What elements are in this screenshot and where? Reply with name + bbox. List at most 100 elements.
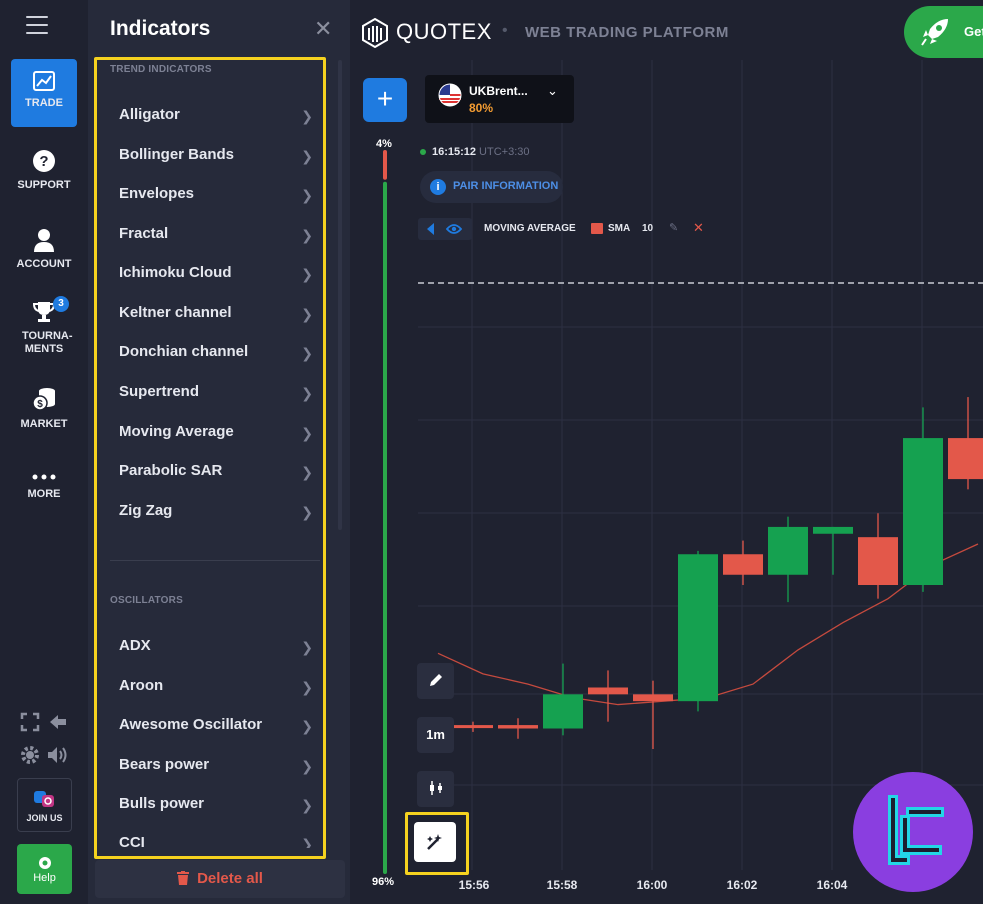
- nav-more-label: MORE: [27, 488, 61, 500]
- brand-separator: •: [502, 22, 508, 39]
- x-tick-label: 16:04: [817, 878, 848, 892]
- indicators-tool-button[interactable]: [414, 822, 456, 862]
- join-us-button[interactable]: JOIN US: [17, 778, 72, 832]
- help-button[interactable]: Help: [17, 844, 72, 894]
- sentiment-up: 4%: [376, 138, 392, 150]
- add-chart-button[interactable]: +: [363, 78, 407, 122]
- nav-support-label: SUPPORT: [17, 179, 71, 191]
- candle-body: [588, 687, 628, 695]
- candle-body: [498, 725, 538, 729]
- tc-logo-icon: [888, 795, 944, 865]
- timeframe-label: 1m: [426, 727, 445, 742]
- indicator-legend-controls: [418, 218, 472, 240]
- panel-title: Indicators: [110, 17, 211, 40]
- social-icons: [34, 791, 54, 807]
- indicator-period: 10: [642, 223, 654, 234]
- price-chart[interactable]: 15:56 15:58 16:00 16:02 16:04: [350, 0, 983, 904]
- chart-area[interactable]: 15:56 15:58 16:00 16:02 16:04 QUOTEX • WEB T…: [350, 0, 983, 904]
- fullscreen-icon[interactable]: [20, 712, 40, 732]
- indicators-panel: Indicators ✕ TREND INDICATORS Alligator ❯…: [88, 0, 350, 904]
- candle-body: [633, 694, 673, 702]
- join-us-label: JOIN US: [26, 813, 63, 823]
- sentiment-down: 96%: [372, 876, 395, 888]
- nav-account-label: ACCOUNT: [16, 258, 72, 270]
- indicator-type: SMA: [608, 223, 631, 234]
- delete-all-label: Delete all: [197, 870, 263, 887]
- draw-tool-button[interactable]: [417, 663, 454, 699]
- time-value: 16:15:12: [432, 146, 477, 158]
- candle-body: [813, 526, 853, 534]
- nav-account[interactable]: ACCOUNT: [11, 228, 77, 271]
- nav-more[interactable]: MORE: [11, 472, 77, 501]
- panel-scrollbar[interactable]: [338, 60, 342, 530]
- coins-icon: $: [32, 388, 55, 411]
- x-tick-label: 16:00: [637, 878, 668, 892]
- get-label: Get: [964, 24, 983, 39]
- eye-icon[interactable]: [446, 223, 462, 235]
- brand-name: QUOTEX: [396, 18, 492, 44]
- svg-text:?: ?: [39, 153, 48, 170]
- candle-body: [543, 694, 583, 729]
- rocket-icon: [921, 19, 948, 46]
- candle-body: [858, 537, 898, 585]
- pencil-icon: [429, 674, 442, 686]
- remove-indicator-icon[interactable]: ✕: [693, 220, 704, 236]
- nav-market[interactable]: $ MARKET: [11, 386, 77, 431]
- pair-information-label: PAIR INFORMATION: [453, 180, 559, 192]
- x-tick-label: 15:56: [459, 878, 490, 892]
- candle-body: [768, 526, 808, 575]
- server-time: 16:15:12 UTC+3:30: [420, 146, 530, 158]
- watermark-logo: [853, 772, 973, 892]
- quotex-logo-icon: [362, 18, 388, 48]
- nav-trade-label: TRADE: [25, 97, 63, 109]
- x-tick-label: 16:02: [727, 878, 758, 892]
- question-icon: ?: [33, 150, 55, 172]
- candle-body: [678, 554, 718, 702]
- collapse-arrow-icon[interactable]: [426, 223, 436, 235]
- timeframe-button[interactable]: 1m: [417, 717, 454, 753]
- brand: QUOTEX: [362, 18, 492, 48]
- live-dot: [420, 149, 426, 156]
- candle-body: [948, 438, 983, 480]
- candlestick-icon: [429, 781, 442, 795]
- candle-body: [723, 554, 763, 575]
- candle-body: [903, 438, 943, 585]
- help-label: Help: [33, 872, 56, 884]
- get-bonus-button[interactable]: Get: [904, 6, 983, 58]
- indicators-wand-icon: [427, 834, 442, 850]
- indicator-name: MOVING AVERAGE: [484, 223, 576, 234]
- nav-trade[interactable]: TRADE: [11, 59, 77, 127]
- timezone: UTC+3:30: [479, 146, 530, 158]
- settings-gear-icon[interactable]: [20, 745, 40, 765]
- highlight-frame: [94, 57, 326, 859]
- left-nav: TRADE ? SUPPORT ACCOUNT 3 TOURNA-MENTS $…: [0, 0, 88, 904]
- svg-text:$: $: [37, 399, 43, 410]
- pair-information-button[interactable]: i PAIR INFORMATION: [420, 171, 563, 203]
- nav-support[interactable]: ? SUPPORT: [11, 149, 77, 192]
- candle-body: [453, 725, 493, 729]
- trash-icon: [177, 871, 190, 885]
- pencil-icon[interactable]: ✎: [669, 221, 678, 234]
- chevron-down-icon: ⌄: [547, 83, 558, 98]
- chart-type-button[interactable]: [417, 771, 454, 807]
- asset-payout: 80%: [469, 101, 494, 115]
- sound-icon[interactable]: [46, 745, 68, 765]
- asset-name: UKBrent...: [469, 84, 528, 98]
- delete-all-button[interactable]: Delete all: [95, 860, 345, 898]
- chart-icon: [33, 71, 55, 91]
- nav-market-label: MARKET: [20, 418, 68, 430]
- hamburger-menu-icon[interactable]: [26, 16, 48, 34]
- tournaments-badge: 3: [53, 296, 69, 312]
- indicator-legend: MOVING AVERAGE SMA 10 ✎ ✕: [418, 218, 718, 240]
- back-arrow-icon[interactable]: [48, 712, 68, 732]
- x-tick-label: 15:58: [547, 878, 578, 892]
- dots-icon: [32, 474, 56, 480]
- indicator-color-swatch[interactable]: [591, 223, 603, 234]
- close-icon[interactable]: ✕: [314, 18, 332, 40]
- brand-subtitle: WEB TRADING PLATFORM: [525, 24, 729, 41]
- asset-selector[interactable]: UKBrent... 80% ⌄: [425, 75, 574, 123]
- nav-tournaments-label: TOURNA-MENTS: [22, 330, 73, 355]
- nav-tournaments[interactable]: 3 TOURNA-MENTS: [11, 296, 77, 356]
- user-icon: [34, 229, 54, 252]
- chat-icon: [38, 857, 51, 869]
